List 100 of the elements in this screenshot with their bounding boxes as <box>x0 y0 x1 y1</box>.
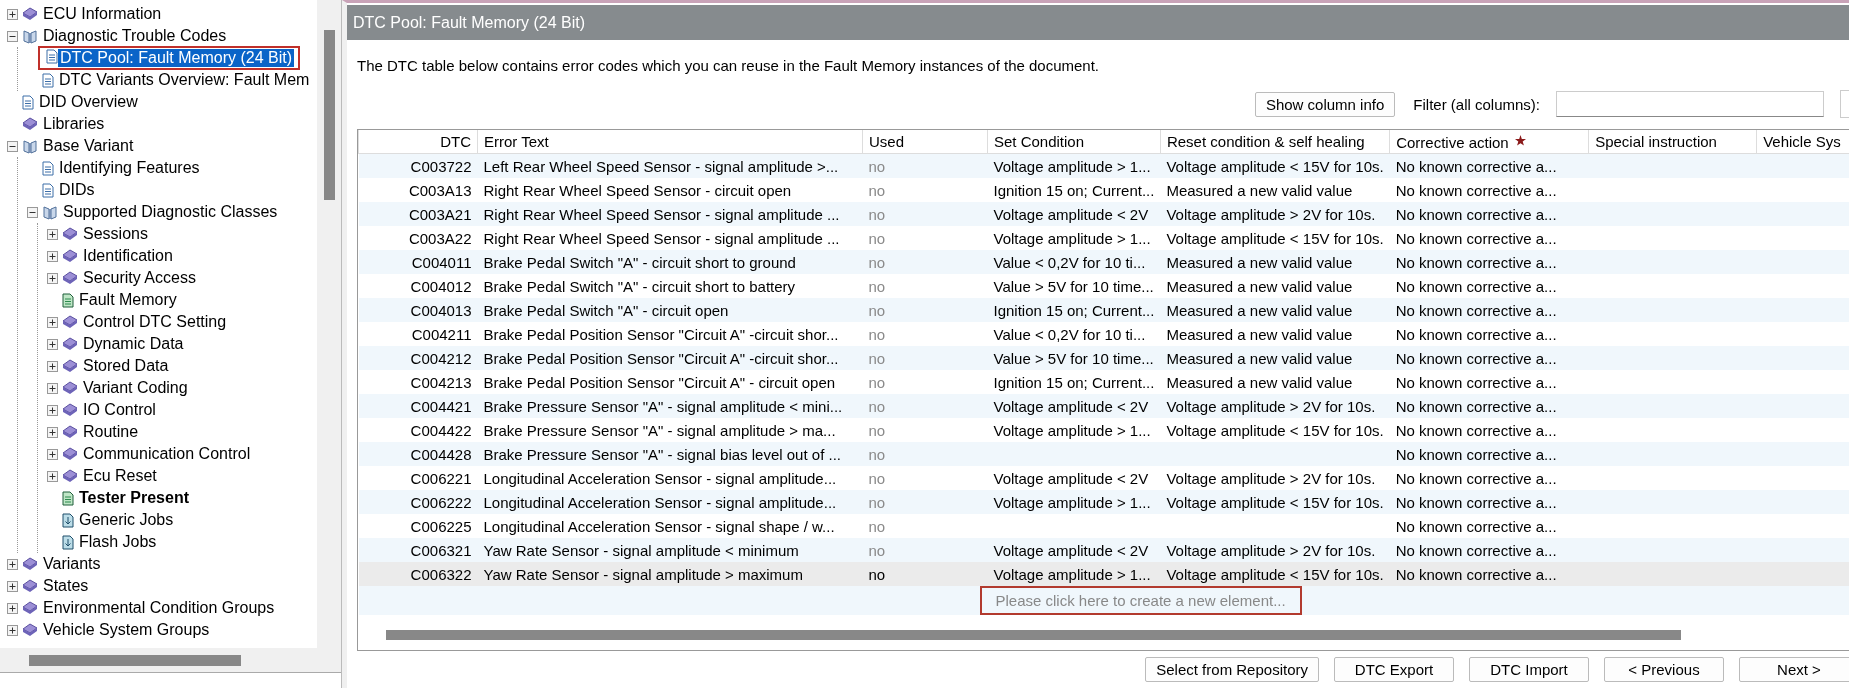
document-icon <box>42 72 54 88</box>
tree-item[interactable]: Diagnostic Trouble Codes <box>41 27 229 45</box>
tree-item[interactable]: Generic Jobs <box>77 511 176 529</box>
scrollbar-thumb[interactable] <box>323 30 335 200</box>
tree-item[interactable]: Base Variant <box>41 137 136 155</box>
tree-item[interactable]: ECU Information <box>41 5 164 23</box>
dialog-button[interactable]: DTC Import <box>1469 657 1589 682</box>
expand-toggle-icon[interactable] <box>7 558 18 570</box>
document-icon <box>22 94 34 110</box>
tree-item[interactable]: Identification <box>81 247 175 265</box>
expand-toggle-icon[interactable] <box>47 382 58 394</box>
column-header[interactable]: Set Condition <box>994 133 1085 150</box>
table-cell: No known corrective a... <box>1395 469 1557 487</box>
dropdown-field[interactable] <box>1840 90 1849 118</box>
tree-item[interactable]: DID Overview <box>37 93 140 111</box>
expand-toggle-icon[interactable] <box>47 404 58 416</box>
tree-item[interactable]: Environmental Condition Groups <box>41 599 277 617</box>
table-cell: Longitudinal Acceleration Sensor - signal amplitude... <box>483 469 837 487</box>
job-document-icon <box>62 512 74 528</box>
table-cell: No known corrective a... <box>1395 325 1557 343</box>
filter-field[interactable] <box>1556 91 1824 117</box>
tree-item[interactable]: Control DTC Setting <box>81 313 229 331</box>
table-cell: Brake Pedal Switch "A" - circuit open <box>483 301 729 319</box>
tree-item[interactable]: Tester Present <box>77 489 191 507</box>
table-cell: Brake Pedal Position Sensor "Circuit A" - circuit open <box>483 373 836 391</box>
table-cell: Brake Pedal Position Sensor "Circuit A" -circuit shor... <box>483 349 839 367</box>
expand-toggle-icon[interactable] <box>47 360 58 372</box>
expand-toggle-icon[interactable] <box>47 426 58 438</box>
scrollbar-thumb[interactable] <box>386 630 1681 640</box>
table-cell: no <box>868 301 886 319</box>
table-cell: No known corrective a... <box>1395 277 1557 295</box>
expand-toggle-icon[interactable] <box>47 228 58 240</box>
tree-item[interactable]: Ecu Reset <box>81 467 159 485</box>
table-cell: Voltage amplitude > 1... <box>993 565 1151 583</box>
table-cell: C004012 <box>410 277 472 295</box>
collapse-toggle-icon[interactable] <box>7 30 18 42</box>
tree-item[interactable]: Fault Memory <box>77 291 179 309</box>
tree-item[interactable]: States <box>41 577 91 595</box>
tree-item[interactable]: Identifying Features <box>57 159 202 177</box>
table-cell: C004213 <box>410 373 472 391</box>
expand-toggle-icon[interactable] <box>47 338 58 350</box>
book-icon <box>62 469 78 483</box>
book-icon <box>62 403 78 417</box>
tree-item[interactable]: Libraries <box>41 115 107 133</box>
table-cell: No known corrective a... <box>1395 373 1557 391</box>
column-header[interactable]: Special instruction <box>1595 133 1717 150</box>
table-cell: Voltage amplitude > 1... <box>993 229 1151 247</box>
show-column-info-button[interactable]: Show column info <box>1254 91 1396 117</box>
tree-item[interactable]: Supported Diagnostic Classes <box>61 203 280 221</box>
expand-toggle-icon[interactable] <box>47 448 58 460</box>
table-cell: Right Rear Wheel Speed Sensor - signal amplitude ... <box>483 205 840 223</box>
table-cell: No known corrective a... <box>1395 253 1557 271</box>
tree-item[interactable]: Variants <box>41 555 103 573</box>
table-cell: C004422 <box>410 421 472 439</box>
description-text: The DTC table below contains error codes which you can reuse in the Fault Memory instances of the document. <box>357 57 1100 74</box>
expand-toggle-icon[interactable] <box>47 250 58 262</box>
table-cell: Voltage amplitude > 2V for 10s. <box>1166 541 1376 559</box>
expand-toggle-icon[interactable] <box>7 8 18 20</box>
tree-item[interactable]: Security Access <box>81 269 198 287</box>
tree-item[interactable]: DIDs <box>57 181 97 199</box>
column-header[interactable]: Reset condition & self healing <box>1166 133 1365 150</box>
column-header[interactable]: Corrective action <box>1396 134 1509 151</box>
expand-toggle-icon[interactable] <box>47 470 58 482</box>
dialog-button[interactable]: Next > <box>1739 657 1849 682</box>
table-cell: no <box>868 421 886 439</box>
tree-item[interactable]: Sessions <box>81 225 150 243</box>
expand-toggle-icon[interactable] <box>47 272 58 284</box>
table-cell: Voltage amplitude < 15V for 10s. <box>1166 157 1384 175</box>
dialog-button[interactable]: DTC Export <box>1334 657 1454 682</box>
tree-item[interactable]: Dynamic Data <box>81 335 186 353</box>
tree-item[interactable]: Communication Control <box>81 445 253 463</box>
tree-item[interactable]: DTC Variants Overview: Fault Mem <box>57 71 312 89</box>
column-header[interactable]: Error Text <box>484 133 549 150</box>
table-cell: Brake Pressure Sensor "A" - signal amplitude > ma... <box>483 421 836 439</box>
collapse-toggle-icon[interactable] <box>7 140 18 152</box>
tree-item[interactable]: Stored Data <box>81 357 171 375</box>
tree-item[interactable]: Flash Jobs <box>77 533 159 551</box>
column-header[interactable]: Vehicle Sys <box>1763 133 1841 150</box>
table-cell: Voltage amplitude < 2V <box>993 469 1149 487</box>
dialog-button[interactable]: < Previous <box>1604 657 1724 682</box>
table-cell: Brake Pedal Switch "A" - circuit short to battery <box>483 277 796 295</box>
column-header[interactable]: DTC <box>440 133 471 150</box>
tree-item[interactable]: IO Control <box>81 401 158 419</box>
column-header[interactable]: Used <box>869 133 905 150</box>
table-cell: C004212 <box>410 349 472 367</box>
filter-label: Filter (all columns): <box>1413 95 1540 113</box>
tree-item[interactable]: Variant Coding <box>81 379 190 397</box>
expand-toggle-icon[interactable] <box>7 624 18 636</box>
tree-item[interactable]: Vehicle System Groups <box>41 621 212 639</box>
tree-item[interactable]: DTC Pool: Fault Memory (24 Bit) <box>58 49 295 67</box>
collapse-toggle-icon[interactable] <box>27 206 38 218</box>
dialog-button[interactable]: Select from Repository <box>1145 657 1319 682</box>
scrollbar-thumb[interactable] <box>29 654 241 666</box>
expand-toggle-icon[interactable] <box>7 580 18 592</box>
table-cell: Measured a new valid value <box>1166 349 1353 367</box>
table-cell: Measured a new valid value <box>1166 253 1353 271</box>
expand-toggle-icon[interactable] <box>47 316 58 328</box>
table-cell: Yaw Rate Sensor - signal amplitude > maximum <box>483 565 803 583</box>
tree-item[interactable]: Routine <box>81 423 141 441</box>
expand-toggle-icon[interactable] <box>7 602 18 614</box>
